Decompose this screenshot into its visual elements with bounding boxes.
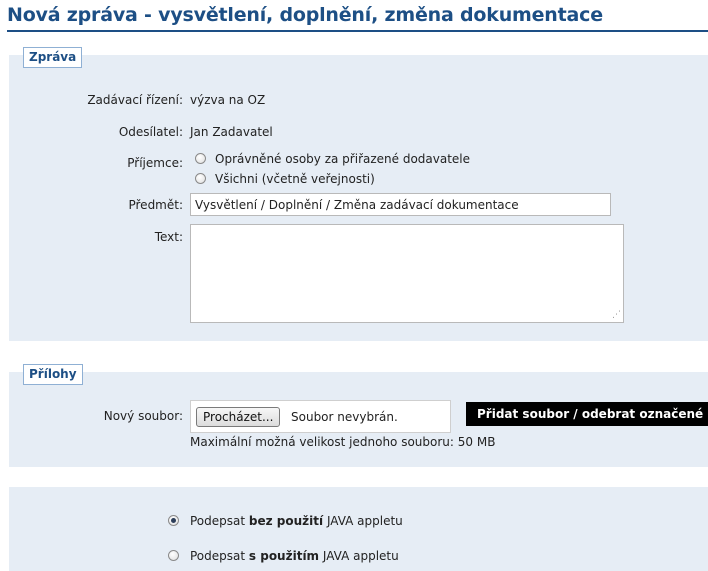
- sign-with-java-radio[interactable]: [168, 550, 179, 561]
- message-legend: Zpráva: [23, 47, 83, 68]
- recipient-radio-all[interactable]: [195, 173, 206, 184]
- text-label: Text:: [154, 230, 183, 244]
- sign-without-java-label[interactable]: Podepsat bez použití JAVA appletu: [190, 514, 403, 528]
- message-panel: Zpráva Zadávací řízení: výzva na OZ Odes…: [9, 47, 708, 341]
- signing-panel: Podepsat bez použití JAVA appletu Podeps…: [9, 487, 708, 571]
- recipient-radio-authorized[interactable]: [195, 153, 206, 164]
- title-divider: [7, 30, 708, 32]
- subject-input[interactable]: [190, 193, 611, 216]
- attachments-panel: Přílohy Nový soubor: Procházet... Soubor…: [9, 364, 708, 467]
- browse-button[interactable]: Procházet...: [196, 407, 281, 427]
- sign-with-java-label[interactable]: Podepsat s použitím JAVA appletu: [190, 549, 399, 563]
- resize-grip-icon[interactable]: ⋰: [612, 311, 621, 320]
- sign-without-java-radio[interactable]: [168, 515, 179, 526]
- recipient-option-authorized[interactable]: Oprávněné osoby za přiřazené dodavatele: [215, 152, 470, 166]
- subject-label: Předmět:: [128, 198, 183, 212]
- attachments-legend: Přílohy: [23, 364, 83, 385]
- procurement-value: výzva na OZ: [190, 93, 266, 107]
- add-remove-file-button[interactable]: Přidat soubor / odebrat označené: [466, 402, 708, 426]
- max-size-note: Maximální možná velikost jednoho souboru…: [190, 435, 496, 449]
- sender-label: Odesílatel:: [118, 125, 183, 139]
- page-title: Nová zpráva - vysvětlení, doplnění, změn…: [7, 4, 603, 26]
- recipient-option-all[interactable]: Všichni (včetně veřejnosti): [215, 172, 375, 186]
- sender-value: Jan Zadavatel: [190, 125, 273, 139]
- procurement-label: Zadávací řízení:: [87, 93, 183, 107]
- file-input[interactable]: Procházet... Soubor nevybrán.: [190, 400, 451, 433]
- file-status: Soubor nevybrán.: [291, 410, 398, 424]
- text-area[interactable]: ⋰: [190, 224, 624, 323]
- file-label: Nový soubor:: [103, 409, 183, 423]
- recipient-label: Příjemce:: [127, 156, 183, 170]
